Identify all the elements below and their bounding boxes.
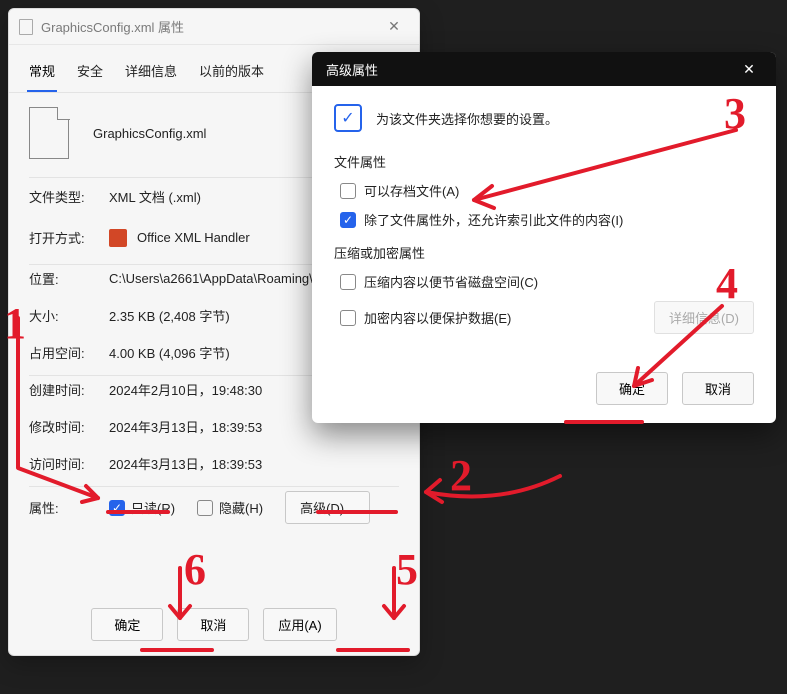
apply-button[interactable]: 应用(A) <box>263 608 336 641</box>
titlebar: GraphicsConfig.xml 属性 ✕ <box>9 9 419 45</box>
checkbox-on-icon: ✓ <box>340 212 356 228</box>
label-openwith: 打开方式: <box>29 228 109 247</box>
advanced-headline: 为该文件夹选择你想要的设置。 <box>376 109 558 128</box>
window-title: GraphicsConfig.xml 属性 <box>41 17 184 36</box>
archive-checkbox[interactable]: 可以存档文件(A) <box>340 181 754 200</box>
archive-label: 可以存档文件(A) <box>364 181 459 200</box>
compress-checkbox[interactable]: 压缩内容以便节省磁盘空间(C) <box>340 272 754 291</box>
dialog-buttons: 确定 取消 应用(A) <box>9 608 419 641</box>
value-mtime: 2024年3月13日，18:39:53 <box>109 417 262 436</box>
hidden-label: 隐藏(H) <box>219 498 263 517</box>
details-button: 详细信息(D) <box>654 301 754 334</box>
advanced-buttons: 确定 取消 <box>312 358 776 423</box>
compress-encrypt-section: 压缩或加密属性 压缩内容以便节省磁盘空间(C) 加密内容以便保护数据(E) 详细… <box>334 243 754 334</box>
file-attributes-title: 文件属性 <box>334 152 754 171</box>
index-label: 除了文件属性外，还允许索引此文件的内容(I) <box>364 210 623 229</box>
annotation-2: 2 <box>450 450 472 501</box>
advanced-button[interactable]: 高级(D)... <box>285 491 370 524</box>
advanced-cancel-button[interactable]: 取消 <box>682 372 754 405</box>
label-ctime: 创建时间: <box>29 380 109 399</box>
readonly-label: 只读(R) <box>131 498 175 517</box>
compress-label: 压缩内容以便节省磁盘空间(C) <box>364 272 538 291</box>
label-attributes: 属性: <box>29 498 109 517</box>
encrypt-label: 加密内容以便保护数据(E) <box>364 308 511 327</box>
checkbox-off-icon <box>340 310 356 326</box>
openwith-app: Office XML Handler <box>137 230 250 245</box>
checkbox-off-icon <box>340 274 356 290</box>
advanced-header: ✓ 为该文件夹选择你想要的设置。 <box>334 104 754 132</box>
row-atime: 访问时间: 2024年3月13日，18:39:53 <box>29 445 399 482</box>
label-disk: 占用空间: <box>29 343 109 362</box>
advanced-ok-button[interactable]: 确定 <box>596 372 668 405</box>
label-location: 位置: <box>29 269 109 288</box>
checkbox-off-icon <box>340 183 356 199</box>
value-ctime: 2024年2月10日，19:48:30 <box>109 380 262 399</box>
encrypt-checkbox[interactable]: 加密内容以便保护数据(E) <box>340 301 511 334</box>
tab-previous[interactable]: 以前的版本 <box>197 55 266 92</box>
office-icon <box>109 229 127 247</box>
advanced-body: ✓ 为该文件夹选择你想要的设置。 文件属性 可以存档文件(A) ✓ 除了文件属性… <box>312 86 776 358</box>
tab-details[interactable]: 详细信息 <box>123 55 179 92</box>
advanced-close-icon[interactable]: ✕ <box>736 56 762 82</box>
value-size: 2.35 KB (2,408 字节) <box>109 306 230 325</box>
ok-button[interactable]: 确定 <box>91 608 163 641</box>
compress-encrypt-title: 压缩或加密属性 <box>334 243 754 262</box>
checkbox-off-icon <box>197 500 213 516</box>
value-disk: 4.00 KB (4,096 字节) <box>109 343 230 362</box>
cancel-button[interactable]: 取消 <box>177 608 249 641</box>
filename: GraphicsConfig.xml <box>93 126 206 141</box>
readonly-checkbox[interactable]: ✓ 只读(R) <box>109 498 175 517</box>
close-icon[interactable]: ✕ <box>379 12 409 42</box>
label-type: 文件类型: <box>29 187 109 206</box>
value-location: C:\Users\a2661\AppData\Roaming\ <box>109 271 313 286</box>
index-checkbox[interactable]: ✓ 除了文件属性外，还允许索引此文件的内容(I) <box>340 210 754 229</box>
label-size: 大小: <box>29 306 109 325</box>
file-icon <box>19 19 33 35</box>
advanced-dialog: 高级属性 ✕ ✓ 为该文件夹选择你想要的设置。 文件属性 可以存档文件(A) ✓… <box>312 52 776 423</box>
big-file-icon <box>29 107 69 159</box>
check-icon: ✓ <box>334 104 362 132</box>
file-attributes-section: 文件属性 可以存档文件(A) ✓ 除了文件属性外，还允许索引此文件的内容(I) <box>334 152 754 229</box>
value-openwith: Office XML Handler <box>109 229 250 247</box>
value-type: XML 文档 (.xml) <box>109 187 201 206</box>
advanced-title: 高级属性 <box>326 60 378 79</box>
advanced-titlebar: 高级属性 ✕ <box>312 52 776 86</box>
hidden-checkbox[interactable]: 隐藏(H) <box>197 498 263 517</box>
tab-general[interactable]: 常规 <box>27 55 57 92</box>
value-atime: 2024年3月13日，18:39:53 <box>109 454 262 473</box>
checkbox-on-icon: ✓ <box>109 500 125 516</box>
label-mtime: 修改时间: <box>29 417 109 436</box>
tab-security[interactable]: 安全 <box>75 55 105 92</box>
row-attributes: 属性: ✓ 只读(R) 隐藏(H) 高级(D)... <box>29 486 399 533</box>
label-atime: 访问时间: <box>29 454 109 473</box>
annotation-arrow-2 <box>420 456 570 516</box>
